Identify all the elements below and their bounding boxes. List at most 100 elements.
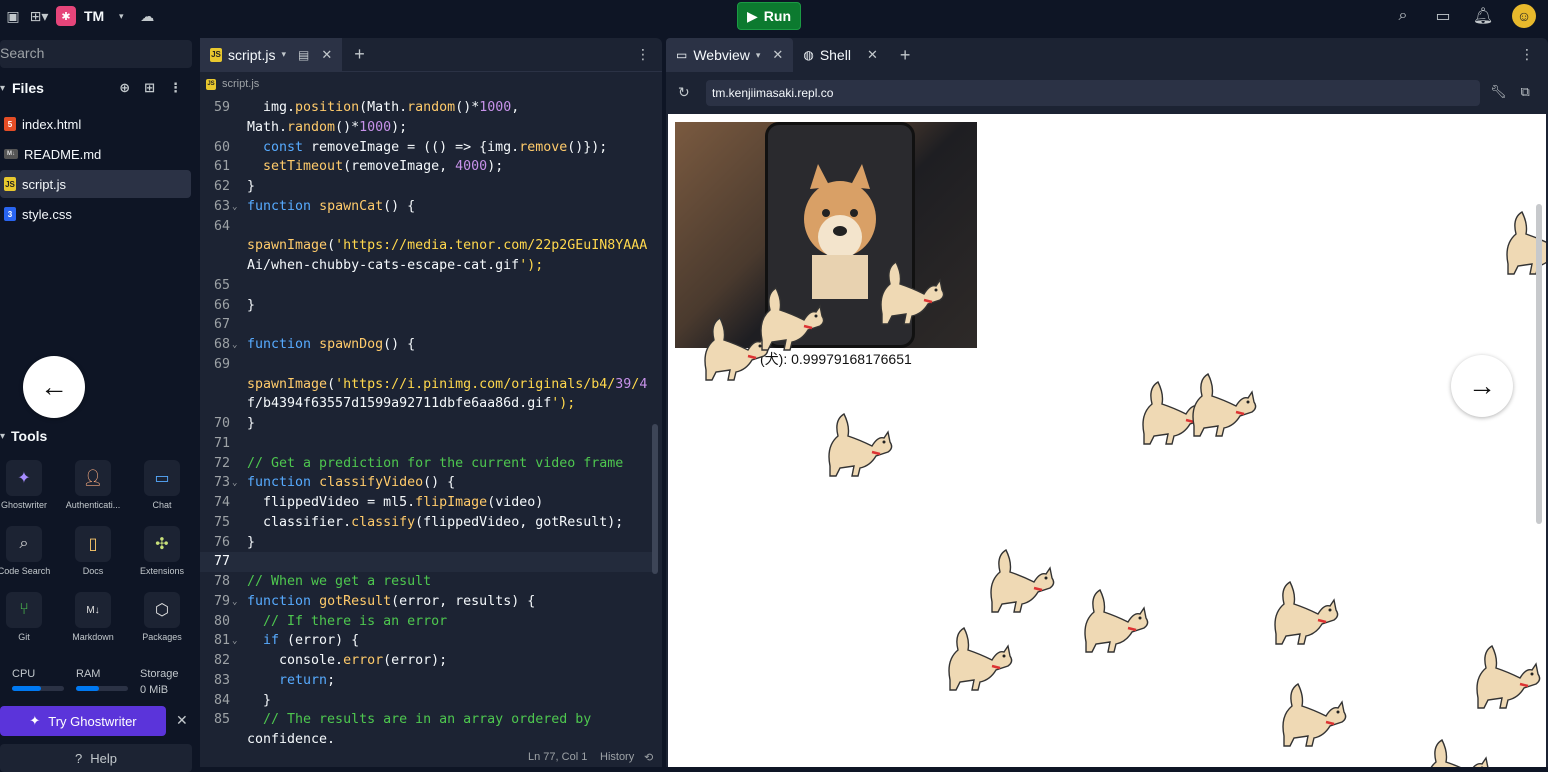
more-options-icon[interactable]: ⋮ bbox=[636, 46, 650, 63]
code-line[interactable]: 70} bbox=[200, 414, 656, 434]
tools-header[interactable]: ▾ Tools bbox=[0, 428, 47, 444]
files-header[interactable]: ▾ Files ⊕ ⊞ ⋮ bbox=[0, 78, 192, 98]
fold-chevron-icon[interactable]: ⌄ bbox=[232, 197, 237, 217]
more-options-icon[interactable]: ⋮ bbox=[1520, 46, 1534, 63]
code-line[interactable]: 72 // Get a prediction for the current vi… bbox=[200, 454, 656, 474]
add-tab-icon[interactable]: + bbox=[900, 45, 911, 66]
file-item-index-html[interactable]: 5 index.html bbox=[0, 110, 191, 138]
code-line[interactable]: 64 bbox=[200, 217, 656, 237]
code-line[interactable]: 75 classifier.classify(flippedVideo, got… bbox=[200, 513, 656, 533]
tool-extensions[interactable]: ✣ Extensions bbox=[130, 526, 194, 586]
breadcrumb-file[interactable]: script.js bbox=[222, 78, 259, 90]
more-options-icon[interactable]: ⋮ bbox=[169, 80, 182, 96]
sidebar-toggle-icon[interactable]: ▣ bbox=[4, 7, 22, 25]
chat-icon[interactable]: ▭ bbox=[1432, 5, 1454, 27]
open-new-tab-icon[interactable]: ⧉ bbox=[1521, 84, 1530, 100]
fold-chevron-icon[interactable]: ⌄ bbox=[232, 592, 237, 612]
code-line[interactable]: 79 ⌄ function gotResult(error, results) { bbox=[200, 592, 656, 612]
code-line[interactable]: 77 bbox=[200, 552, 656, 573]
close-icon[interactable]: ✕ bbox=[176, 712, 188, 729]
chevron-down-icon[interactable]: ▾ bbox=[281, 49, 286, 60]
code-line[interactable]: 60 const removeImage = (() => {img.remov… bbox=[200, 138, 656, 158]
tab-shell[interactable]: ◍ Shell ✕ bbox=[793, 38, 888, 72]
code-line[interactable]: 66} bbox=[200, 296, 656, 316]
fold-chevron-icon[interactable]: ⌄ bbox=[232, 631, 237, 651]
devtools-wrench-icon[interactable]: 🔧︎ bbox=[1490, 84, 1507, 100]
editor-scrollbar[interactable] bbox=[652, 424, 658, 574]
code-line[interactable]: 80 // If there is an error bbox=[200, 612, 656, 632]
code-line[interactable]: 62} bbox=[200, 177, 656, 197]
new-folder-icon[interactable]: ⊞ bbox=[144, 80, 155, 96]
file-item-script-js[interactable]: JS script.js bbox=[0, 170, 191, 198]
code-line[interactable]: 68 ⌄ function spawnDog() { bbox=[200, 335, 656, 355]
workspace-logo[interactable]: ✱ bbox=[56, 6, 76, 26]
code-line[interactable]: 85 // The results are in an array ordere… bbox=[200, 710, 656, 730]
tab-script-js[interactable]: JS script.js ▾ ▤ ✕ bbox=[200, 37, 343, 72]
code-line[interactable]: confidence. bbox=[200, 730, 656, 746]
file-item-readme[interactable]: M↓ README.md bbox=[0, 140, 191, 168]
code-line[interactable]: 63 ⌄ function spawnCat() { bbox=[200, 197, 656, 217]
search-input[interactable]: Search bbox=[0, 40, 192, 68]
help-button[interactable]: ? Help bbox=[0, 744, 192, 772]
workspace-name[interactable]: TM bbox=[84, 8, 104, 24]
search-icon[interactable]: ⌕ bbox=[1392, 5, 1414, 27]
url-input[interactable]: tm.kenjiimasaki.repl.co bbox=[706, 80, 1480, 106]
code-line[interactable]: 73 ⌄ function classifyVideo() { bbox=[200, 473, 656, 493]
run-button[interactable]: ▶ Run bbox=[737, 2, 801, 30]
code-line[interactable]: 67 bbox=[200, 315, 656, 335]
code-line[interactable]: 61 setTimeout(removeImage, 4000); bbox=[200, 157, 656, 177]
code-line[interactable]: Math.random()*1000); bbox=[200, 118, 656, 138]
tool-git[interactable]: ⑂ Git bbox=[0, 592, 56, 652]
code-line[interactable]: spawnImage('https://i.pinimg.com/origina… bbox=[200, 375, 656, 395]
code-line[interactable]: 65 bbox=[200, 276, 656, 296]
tool-ghostwriter[interactable]: ✦ Ghostwriter bbox=[0, 460, 56, 520]
fold-chevron-icon[interactable]: ⌄ bbox=[232, 473, 237, 493]
code-line[interactable]: 74 flippedVideo = ml5.flipImage(video) bbox=[200, 493, 656, 513]
previous-arrow-button[interactable]: ← bbox=[23, 356, 85, 418]
bell-icon[interactable]: 🔔︎ bbox=[1472, 5, 1494, 27]
close-icon[interactable]: ✕ bbox=[867, 47, 878, 63]
tool-authentication[interactable]: 👤︎ Authenticati... bbox=[61, 460, 125, 520]
code-line[interactable]: 84 } bbox=[200, 691, 656, 711]
tool-markdown[interactable]: M↓ Markdown bbox=[61, 592, 125, 652]
history-label[interactable]: History bbox=[600, 751, 634, 763]
code-line[interactable]: f/b4394f63557d1599a92711dbfe6aa86d.gif')… bbox=[200, 394, 656, 414]
resource-usage[interactable]: CPU RAM Storage 0 MiB bbox=[0, 668, 192, 698]
tool-code-search[interactable]: ⌕ Code Search bbox=[0, 526, 56, 586]
chevron-down-icon[interactable]: ▾ bbox=[756, 50, 761, 61]
next-arrow-button[interactable]: → bbox=[1451, 355, 1513, 417]
code-line[interactable]: 59 img.position(Math.random()*1000, bbox=[200, 98, 656, 118]
code-line[interactable]: 83 return; bbox=[200, 671, 656, 691]
tool-docs[interactable]: ▯ Docs bbox=[61, 526, 125, 586]
file-item-style-css[interactable]: 3 style.css bbox=[0, 200, 191, 228]
webview-scrollbar[interactable] bbox=[1536, 204, 1542, 524]
try-ghostwriter-button[interactable]: ✦ Try Ghostwriter bbox=[0, 706, 166, 736]
code-area[interactable]: 59 img.position(Math.random()*1000, Math.… bbox=[200, 98, 656, 746]
reload-icon[interactable]: ↻ bbox=[678, 84, 690, 101]
fold-chevron-icon[interactable]: ⌄ bbox=[232, 335, 237, 355]
close-icon[interactable]: ✕ bbox=[321, 47, 332, 63]
cloud-sync-icon[interactable]: ☁ bbox=[138, 7, 156, 25]
avatar[interactable]: ☺ bbox=[1512, 4, 1536, 28]
new-file-icon[interactable]: ⊕ bbox=[119, 80, 130, 96]
history-icon[interactable]: ⟲ bbox=[644, 751, 653, 764]
code-line[interactable]: 78 // When we get a result bbox=[200, 572, 656, 592]
cursor-position[interactable]: Ln 77, Col 1 bbox=[528, 751, 587, 763]
preview-icon[interactable]: ▤ bbox=[298, 48, 309, 62]
code-line[interactable]: 82 console.error(error); bbox=[200, 651, 656, 671]
chevron-down-icon[interactable]: ▾ bbox=[112, 7, 130, 25]
code-line[interactable]: 76} bbox=[200, 533, 656, 553]
files-title: Files bbox=[12, 80, 44, 96]
tool-chat[interactable]: ▭ Chat bbox=[130, 460, 194, 520]
tab-webview[interactable]: ▭ Webview ▾ ✕ bbox=[666, 38, 794, 72]
webview-page[interactable]: (犬): 0.99979168176651 bbox=[668, 114, 1546, 767]
code-line[interactable]: 71 bbox=[200, 434, 656, 454]
close-icon[interactable]: ✕ bbox=[772, 47, 783, 63]
code-line[interactable]: spawnImage('https://media.tenor.com/22p2… bbox=[200, 236, 656, 256]
add-tab-icon[interactable]: + bbox=[354, 44, 365, 65]
tool-packages[interactable]: ⬡ Packages bbox=[130, 592, 194, 652]
code-line[interactable]: 69 bbox=[200, 355, 656, 375]
code-line[interactable]: 81 ⌄ if (error) { bbox=[200, 631, 656, 651]
code-line[interactable]: Ai/when-chubby-cats-escape-cat.gif'); bbox=[200, 256, 656, 276]
layout-menu-icon[interactable]: ⊞▾ bbox=[30, 7, 49, 25]
